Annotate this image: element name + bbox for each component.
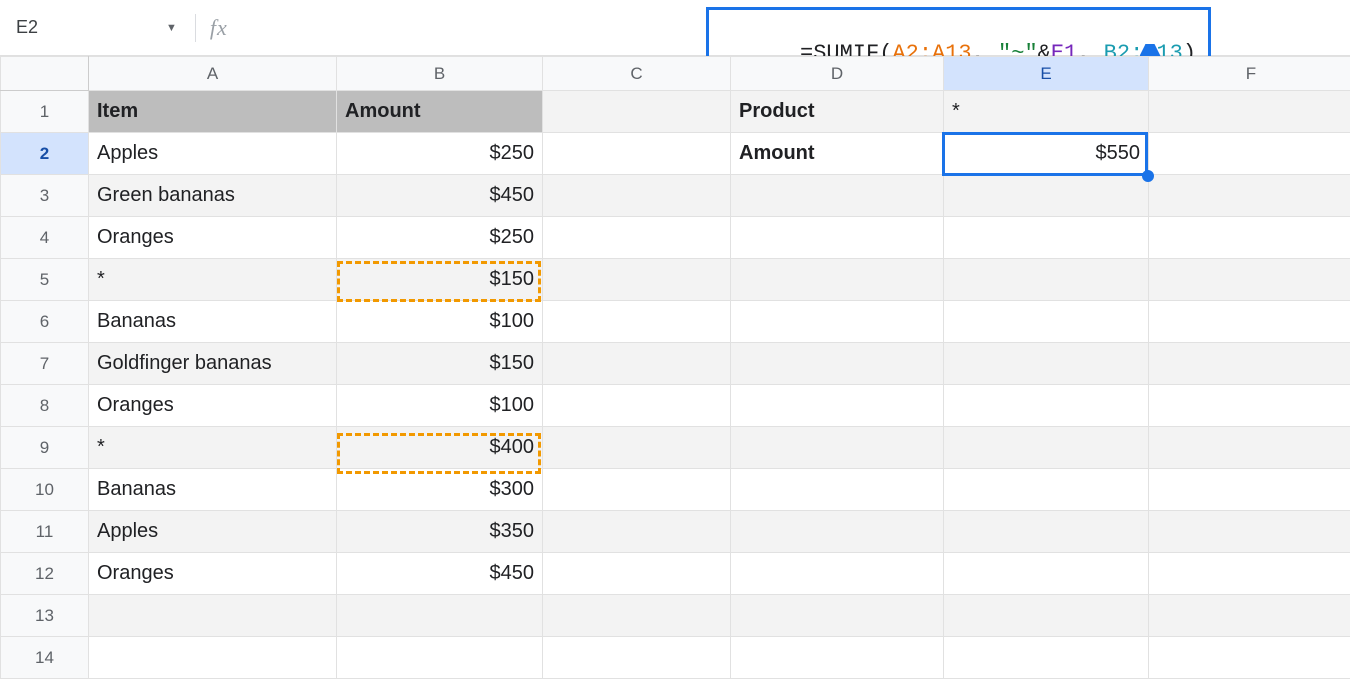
cell-B9[interactable]: $400 (337, 427, 543, 469)
row-header[interactable]: 6 (1, 301, 89, 343)
name-box[interactable]: E2 (10, 15, 160, 40)
cell-B2[interactable]: $250 (337, 133, 543, 175)
row-8: 8 Oranges $100 (1, 385, 1350, 427)
cell-E2[interactable]: $550 (944, 133, 1149, 175)
row-4: 4 Oranges $250 (1, 217, 1350, 259)
cell-B12[interactable]: $450 (337, 553, 543, 595)
row-9: 9 * $400 (1, 427, 1350, 469)
cell-E1[interactable]: * (944, 91, 1149, 133)
cell-A8[interactable]: Oranges (89, 385, 337, 427)
toolbar-divider (195, 14, 196, 42)
row-header[interactable]: 5 (1, 259, 89, 301)
cell-A3[interactable]: Green bananas (89, 175, 337, 217)
column-header-row: A B C D E F (1, 57, 1350, 91)
row-7: 7 Goldfinger bananas $150 (1, 343, 1350, 385)
row-3: 3 Green bananas $450 (1, 175, 1350, 217)
row-13: 13 (1, 595, 1350, 637)
cell-B1[interactable]: Amount (337, 91, 543, 133)
cell-B4[interactable]: $250 (337, 217, 543, 259)
cell-C1[interactable] (543, 91, 731, 133)
cell-F1[interactable] (1149, 91, 1350, 133)
cell-D2[interactable]: Amount (731, 133, 944, 175)
select-all-corner[interactable] (1, 57, 89, 91)
cell-A4[interactable]: Oranges (89, 217, 337, 259)
row-header[interactable]: 1 (1, 91, 89, 133)
cell-A2[interactable]: Apples (89, 133, 337, 175)
row-header[interactable]: 12 (1, 553, 89, 595)
cell-F2[interactable] (1149, 133, 1350, 175)
spreadsheet-grid[interactable]: A B C D E F 1 Item Amount Product * 2 Ap… (0, 56, 1350, 679)
row-header[interactable]: 10 (1, 469, 89, 511)
row-header[interactable]: 7 (1, 343, 89, 385)
row-header[interactable]: 3 (1, 175, 89, 217)
cell-B13[interactable] (337, 595, 543, 637)
cell-B8[interactable]: $100 (337, 385, 543, 427)
cell-B7[interactable]: $150 (337, 343, 543, 385)
cell-B3[interactable]: $450 (337, 175, 543, 217)
name-box-dropdown-icon[interactable]: ▼ (166, 22, 177, 34)
cell-B5[interactable]: $150 (337, 259, 543, 301)
cell-A10[interactable]: Bananas (89, 469, 337, 511)
row-header[interactable]: 13 (1, 595, 89, 637)
cell-B6[interactable]: $100 (337, 301, 543, 343)
cell-C2[interactable] (543, 133, 731, 175)
formula-toolbar: E2 ▼ fx =SUMIF(A2:A13, "~"&E1, B2:B13) (0, 0, 1350, 56)
cell-A1[interactable]: Item (89, 91, 337, 133)
cell-B10[interactable]: $300 (337, 469, 543, 511)
row-6: 6 Bananas $100 (1, 301, 1350, 343)
row-header[interactable]: 2 (1, 133, 89, 175)
cell-A13[interactable] (89, 595, 337, 637)
row-header[interactable]: 4 (1, 217, 89, 259)
row-11: 11 Apples $350 (1, 511, 1350, 553)
row-5: 5 * $150 (1, 259, 1350, 301)
row-header[interactable]: 11 (1, 511, 89, 553)
row-header[interactable]: 14 (1, 637, 89, 679)
col-header-F[interactable]: F (1149, 57, 1350, 91)
row-2: 2 Apples $250 Amount $550 (1, 133, 1350, 175)
fx-icon: fx (210, 15, 228, 41)
col-header-A[interactable]: A (89, 57, 337, 91)
row-14: 14 (1, 637, 1350, 679)
cell-D1[interactable]: Product (731, 91, 944, 133)
col-header-B[interactable]: B (337, 57, 543, 91)
cell-A9[interactable]: * (89, 427, 337, 469)
cell-A7[interactable]: Goldfinger bananas (89, 343, 337, 385)
row-1: 1 Item Amount Product * (1, 91, 1350, 133)
row-header[interactable]: 9 (1, 427, 89, 469)
col-header-D[interactable]: D (731, 57, 944, 91)
cell-A6[interactable]: Bananas (89, 301, 337, 343)
cell-A5[interactable]: * (89, 259, 337, 301)
row-12: 12 Oranges $450 (1, 553, 1350, 595)
cell-A11[interactable]: Apples (89, 511, 337, 553)
formula-bar[interactable]: =SUMIF(A2:A13, "~"&E1, B2:B13) (242, 13, 1340, 43)
col-header-E[interactable]: E (944, 57, 1149, 91)
col-header-C[interactable]: C (543, 57, 731, 91)
cell-B11[interactable]: $350 (337, 511, 543, 553)
row-header[interactable]: 8 (1, 385, 89, 427)
row-10: 10 Bananas $300 (1, 469, 1350, 511)
cell-A12[interactable]: Oranges (89, 553, 337, 595)
